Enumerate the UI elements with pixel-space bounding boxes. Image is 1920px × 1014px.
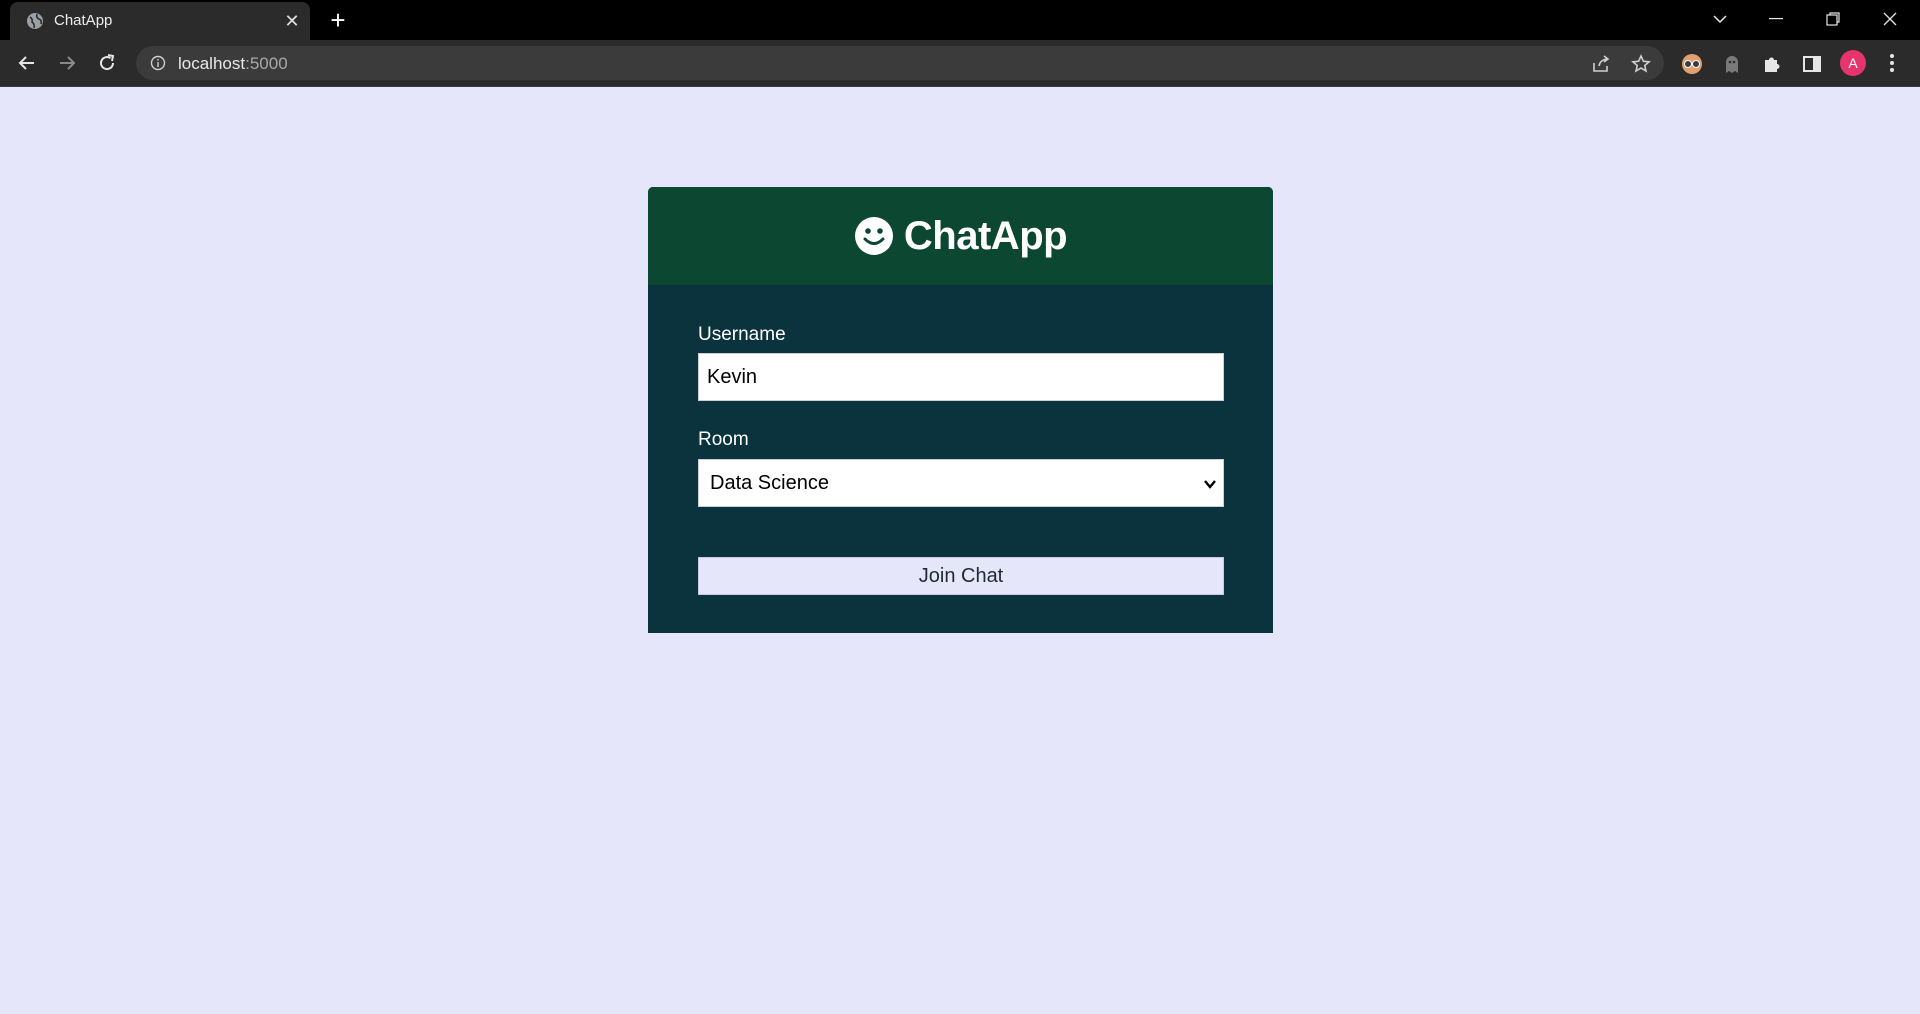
card-header: ChatApp	[648, 187, 1273, 285]
room-select-value: Data Science	[710, 472, 829, 494]
url-host: localhost	[178, 54, 246, 73]
username-input[interactable]	[698, 353, 1224, 401]
info-icon[interactable]	[150, 55, 166, 71]
forward-button[interactable]	[51, 47, 83, 79]
puzzle-icon[interactable]	[1759, 51, 1785, 77]
url-text: localhost:5000	[178, 54, 288, 74]
room-label: Room	[698, 429, 749, 450]
join-chat-button[interactable]: Join Chat	[698, 557, 1224, 595]
side-panel-icon[interactable]	[1799, 51, 1825, 77]
globe-icon	[27, 13, 43, 29]
browser-tabstrip: ChatApp ✕ +	[0, 0, 1920, 40]
tab-search-icon[interactable]	[1700, 4, 1740, 34]
arrow-left-icon	[18, 56, 34, 70]
browser-tab[interactable]: ChatApp ✕	[10, 2, 310, 40]
reload-button[interactable]	[91, 47, 123, 79]
close-window-icon[interactable]	[1870, 4, 1910, 34]
browser-toolbar: localhost:5000 A	[0, 40, 1920, 87]
close-tab-icon[interactable]: ✕	[282, 11, 302, 31]
room-select[interactable]: Data Science	[698, 459, 1224, 507]
star-icon[interactable]	[1630, 53, 1652, 75]
join-card: ChatApp Username Room Data Science Join …	[648, 187, 1273, 633]
tab-title: ChatApp	[54, 12, 113, 29]
arrow-right-icon	[60, 56, 76, 70]
chevron-down-icon	[1204, 480, 1216, 489]
glasses-icon[interactable]	[1679, 51, 1705, 77]
url-port: :5000	[245, 54, 288, 73]
profile-avatar[interactable]: A	[1840, 50, 1866, 76]
minimize-icon[interactable]	[1756, 4, 1796, 34]
restore-icon[interactable]	[1813, 4, 1853, 34]
kebab-menu-icon[interactable]	[1880, 50, 1904, 76]
reload-icon	[100, 54, 115, 71]
app-title: ChatApp	[903, 213, 1068, 258]
share-icon[interactable]	[1590, 53, 1612, 75]
address-bar[interactable]: localhost:5000	[136, 46, 1664, 80]
ghost-icon[interactable]	[1719, 51, 1745, 77]
username-label: Username	[698, 324, 786, 345]
new-tab-button[interactable]: +	[324, 6, 352, 34]
back-button[interactable]	[11, 47, 43, 79]
smiley-icon	[854, 217, 893, 255]
